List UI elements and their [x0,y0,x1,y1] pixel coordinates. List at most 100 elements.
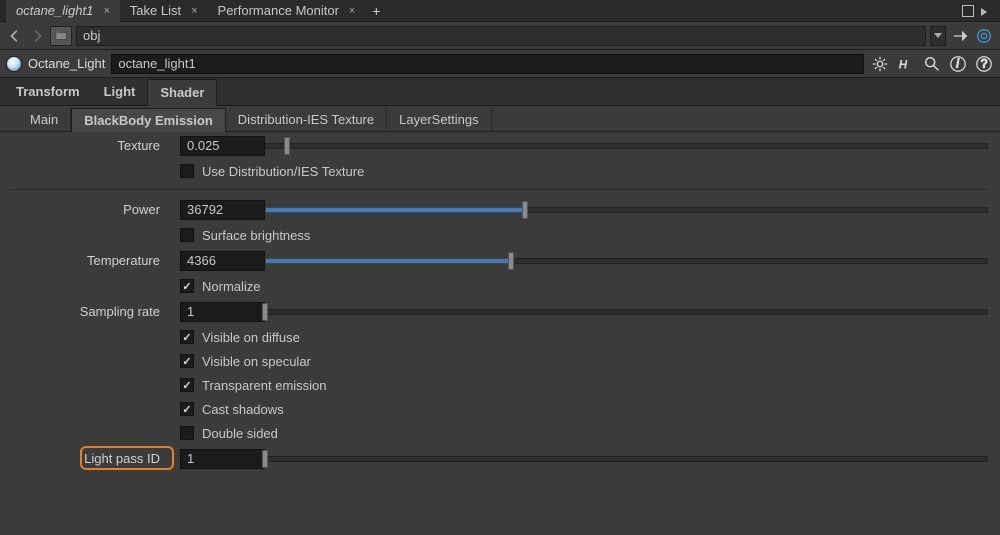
close-icon[interactable]: × [191,5,197,17]
expand-icon[interactable] [980,5,992,17]
tab-shader[interactable]: Shader [147,79,217,106]
subtab-layersettings[interactable]: LayerSettings [387,108,492,131]
tab-label: Main [30,112,58,127]
target-icon[interactable] [974,26,994,46]
power-slider[interactable] [265,200,988,220]
visible-diffuse-label: Visible on diffuse [202,330,300,345]
texture-slider[interactable] [265,136,988,156]
sub-tab-bar: Main BlackBody Emission Distribution-IES… [0,106,1000,132]
search-icon[interactable] [922,54,942,74]
path-dropdown[interactable] [930,26,946,46]
svg-text:H: H [899,58,908,71]
tab-label: BlackBody Emission [84,113,213,128]
window-tab-bar: octane_light1 × Take List × Performance … [0,0,1000,22]
subtab-distribution[interactable]: Distribution-IES Texture [226,108,387,131]
tab-transform[interactable]: Transform [4,79,92,105]
tab-light[interactable]: Light [92,79,148,105]
slider-thumb[interactable] [262,303,268,321]
field-text: 1 [187,451,194,466]
slider-thumb[interactable] [262,450,268,468]
path-bar: obj [0,22,1000,50]
power-input[interactable]: 36792 [180,200,265,220]
path-input[interactable]: obj [76,26,926,46]
window-tab-label: Take List [130,3,181,18]
node-header: Octane_Light octane_light1 H i ? [0,50,1000,78]
sampling-rate-input[interactable]: 1 [180,302,265,322]
maximize-icon[interactable] [962,5,974,17]
window-tab-2[interactable]: Performance Monitor × [208,0,366,22]
field-text: 36792 [187,202,223,217]
add-tab-button[interactable]: + [365,3,387,19]
slider-track [265,309,988,315]
window-tab-label: octane_light1 [16,3,93,18]
main-tab-bar: Transform Light Shader [0,78,1000,106]
temperature-slider[interactable] [265,251,988,271]
tab-label: LayerSettings [399,112,479,127]
double-sided-label: Double sided [202,426,278,441]
visible-specular-label: Visible on specular [202,354,311,369]
power-label: Power [0,202,170,217]
lightbulb-icon [6,56,22,72]
slider-thumb[interactable] [284,137,290,155]
surface-brightness-label: Surface brightness [202,228,310,243]
subtab-main[interactable]: Main [18,108,71,131]
tab-label: Light [104,84,136,99]
slider-fill [265,207,525,213]
visible-diffuse-checkbox[interactable] [180,330,194,344]
forward-button[interactable] [28,27,46,45]
surface-brightness-checkbox[interactable] [180,228,194,242]
transparent-emission-label: Transparent emission [202,378,327,393]
texture-input[interactable]: 0.025 [180,136,265,156]
info-icon[interactable]: i [948,54,968,74]
field-text: 0.025 [187,138,220,153]
normalize-checkbox[interactable] [180,279,194,293]
window-tab-1[interactable]: Take List × [120,0,208,22]
pin-icon[interactable] [950,26,970,46]
sampling-rate-slider[interactable] [265,302,988,322]
close-icon[interactable]: × [103,5,109,17]
texture-label: Texture [0,138,170,153]
transparent-emission-checkbox[interactable] [180,378,194,392]
field-text: 1 [187,304,194,319]
context-icon[interactable] [50,26,72,46]
use-distribution-checkbox[interactable] [180,164,194,178]
svg-text:i: i [956,57,959,70]
slider-track [265,143,988,149]
parameter-panel: Texture 0.025 Use Distribution/IES Textu… [0,132,1000,472]
slider-thumb[interactable] [508,252,514,270]
window-controls [962,5,1000,17]
visible-specular-checkbox[interactable] [180,354,194,368]
window-tab-label: Performance Monitor [218,3,339,18]
slider-fill [265,258,511,264]
light-pass-id-slider[interactable] [265,449,988,469]
node-name-input[interactable]: octane_light1 [111,54,864,74]
normalize-label: Normalize [202,279,261,294]
help-icon[interactable]: ? [974,54,994,74]
close-icon[interactable]: × [349,5,355,17]
tab-label: Shader [160,85,204,100]
window-tab-0[interactable]: octane_light1 × [6,0,120,22]
temperature-label: Temperature [0,253,170,268]
use-distribution-label: Use Distribution/IES Texture [202,164,364,179]
light-pass-id-label: Light pass ID [0,451,170,466]
path-text: obj [83,28,100,43]
tab-label: Transform [16,84,80,99]
svg-text:?: ? [981,57,988,70]
sampling-rate-label: Sampling rate [0,304,170,319]
divider [10,189,988,190]
node-type-label: Octane_Light [28,56,105,71]
gear-icon[interactable] [870,54,890,74]
cast-shadows-checkbox[interactable] [180,402,194,416]
slider-track [265,456,988,462]
slider-thumb[interactable] [522,201,528,219]
temperature-input[interactable]: 4366 [180,251,265,271]
subtab-blackbody[interactable]: BlackBody Emission [71,108,226,132]
houdini-icon[interactable]: H [896,54,916,74]
field-text: 4366 [187,253,216,268]
double-sided-checkbox[interactable] [180,426,194,440]
light-pass-id-input[interactable]: 1 [180,449,265,469]
tab-label: Distribution-IES Texture [238,112,374,127]
back-button[interactable] [6,27,24,45]
cast-shadows-label: Cast shadows [202,402,284,417]
node-name-text: octane_light1 [118,56,195,71]
